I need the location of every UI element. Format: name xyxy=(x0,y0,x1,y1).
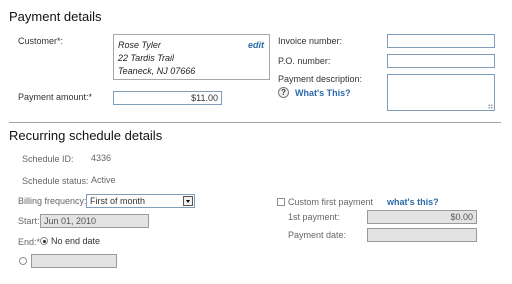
recurring-schedule-heading: Recurring schedule details xyxy=(9,128,163,143)
customer-name: Rose Tyler xyxy=(118,40,161,50)
payment-date-label: Payment date: xyxy=(288,230,347,240)
billing-frequency-label: Billing frequency:* xyxy=(18,196,91,206)
custom-first-payment-label: Custom first payment xyxy=(288,197,374,207)
customer-address-box: Rose Tyler 22 Tardis Trail Teaneck, NJ 0… xyxy=(113,34,270,80)
customer-label: Customer*: xyxy=(18,36,64,46)
custom-first-payment-checkbox[interactable] xyxy=(277,198,285,206)
schedule-status-label: Schedule status: xyxy=(22,176,89,186)
end-no-end-date-radio[interactable] xyxy=(40,237,48,245)
whats-this-link[interactable]: What's This? xyxy=(295,88,351,98)
help-icon[interactable]: ? xyxy=(278,87,289,98)
resize-grip-icon[interactable] xyxy=(488,104,493,109)
po-number-input[interactable] xyxy=(387,54,495,68)
end-label: End:* xyxy=(18,237,41,247)
edit-customer-link[interactable]: edit xyxy=(248,40,264,50)
customer-city: Teaneck, NJ 07666 xyxy=(118,66,196,76)
customer-street: 22 Tardis Trail xyxy=(118,53,175,63)
schedule-id-label: Schedule ID: xyxy=(22,154,74,164)
schedule-id-value: 4336 xyxy=(91,153,112,163)
section-divider xyxy=(9,122,501,123)
schedule-status-value: Active xyxy=(91,175,116,185)
start-date-input[interactable] xyxy=(40,214,149,228)
custom-first-payment-whats-this-link[interactable]: what's this? xyxy=(387,197,439,207)
payment-amount-label: Payment amount:* xyxy=(18,92,93,102)
end-date-input[interactable] xyxy=(31,254,117,268)
chevron-down-icon[interactable] xyxy=(183,196,193,206)
first-payment-input[interactable] xyxy=(367,210,477,224)
billing-frequency-value: First of month xyxy=(90,196,146,206)
po-number-label: P.O. number: xyxy=(278,56,331,66)
payment-amount-input[interactable] xyxy=(113,91,222,105)
payment-description-textarea[interactable] xyxy=(387,74,495,111)
billing-frequency-select[interactable]: First of month xyxy=(86,194,195,208)
invoice-number-label: Invoice number: xyxy=(278,36,343,46)
end-date-radio[interactable] xyxy=(19,257,27,265)
payment-details-heading: Payment details xyxy=(9,9,102,24)
payment-description-label: Payment description: xyxy=(278,74,363,84)
first-payment-label: 1st payment: xyxy=(288,212,340,222)
payment-date-input[interactable] xyxy=(367,228,477,242)
end-no-end-date-label: No end date xyxy=(51,236,101,246)
invoice-number-input[interactable] xyxy=(387,34,495,48)
